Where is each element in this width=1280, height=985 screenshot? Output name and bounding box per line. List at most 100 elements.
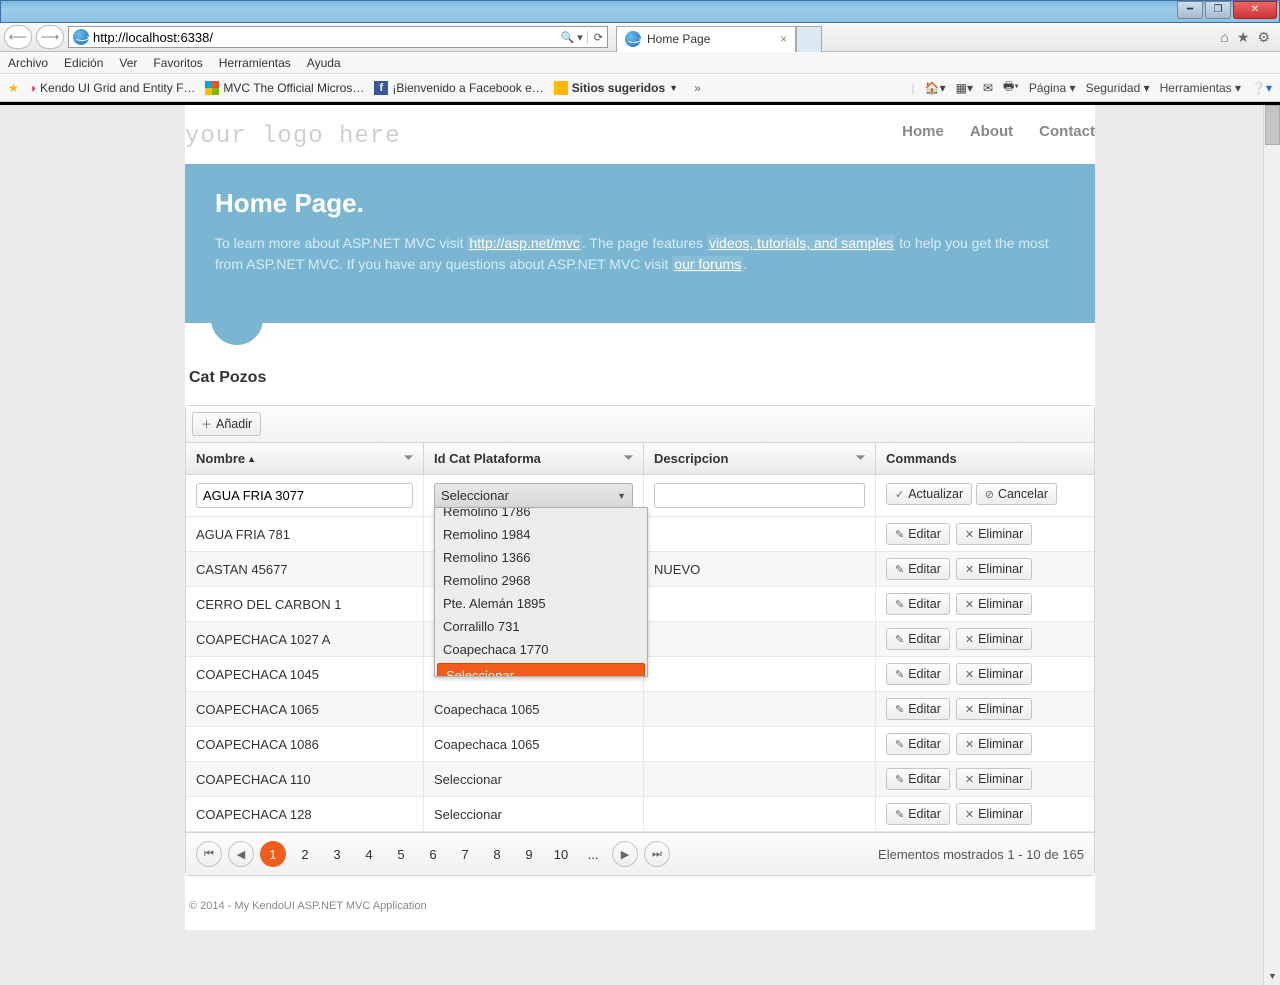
column-header-nombre[interactable]: Nombre ▲ ⏷ — [186, 443, 424, 474]
filter-icon[interactable]: ⏷ — [404, 452, 413, 465]
scroll-thumb[interactable] — [1265, 105, 1280, 145]
page-scrollbar[interactable]: ▲ ▼ — [1263, 105, 1280, 985]
x-icon: ✕ — [965, 773, 974, 786]
address-bar[interactable]: 🔍 ▾ ⟳ — [68, 26, 608, 48]
menu-ayuda[interactable]: Ayuda — [307, 56, 341, 70]
pager-page-button[interactable]: ... — [580, 841, 606, 867]
column-header-plataforma[interactable]: Id Cat Plataforma ⏷ — [424, 443, 644, 474]
dropdown-option-selected[interactable]: Seleccionar — [437, 663, 645, 676]
delete-button[interactable]: ✕Eliminar — [956, 628, 1032, 650]
cell-nombre: AGUA FRIA 781 — [186, 517, 424, 551]
dropdown-option[interactable]: Remolino 2968 — [435, 569, 647, 592]
cb-seguridad[interactable]: Seguridad ▾ — [1086, 81, 1150, 95]
delete-button[interactable]: ✕Eliminar — [956, 768, 1032, 790]
dropdown-option[interactable]: Remolino 1984 — [435, 523, 647, 546]
dropdown-option[interactable]: Remolino 1366 — [435, 546, 647, 569]
window-close-button[interactable]: ✕ — [1233, 1, 1277, 19]
window-maximize-button[interactable]: ❐ — [1205, 1, 1231, 19]
edit-button[interactable]: ✎Editar — [886, 733, 950, 755]
edit-button[interactable]: ✎Editar — [886, 628, 950, 650]
edit-button[interactable]: ✎Editar — [886, 698, 950, 720]
pager-next-button[interactable]: ▶ — [612, 841, 638, 867]
pager-page-button[interactable]: 9 — [516, 841, 542, 867]
link-videos-tutorials[interactable]: videos, tutorials, and samples — [707, 235, 895, 251]
forward-button[interactable]: ⟶ — [36, 25, 64, 49]
fav-sitios-sugeridos[interactable]: Sitios sugeridos ▼ — [554, 81, 678, 95]
pager-page-button[interactable]: 4 — [356, 841, 382, 867]
delete-button[interactable]: ✕Eliminar — [956, 803, 1032, 825]
delete-button[interactable]: ✕Eliminar — [956, 558, 1032, 580]
cancel-button[interactable]: ⊘Cancelar — [976, 483, 1057, 505]
link-aspnet-mvc[interactable]: http://asp.net/mvc — [467, 235, 582, 251]
edit-button[interactable]: ✎Editar — [886, 593, 950, 615]
dropdown-scroll[interactable]: Remolino 1786 Remolino 1984 Remolino 136… — [435, 508, 647, 676]
add-button[interactable]: ＋ Añadir — [192, 412, 261, 436]
pager-page-button[interactable]: 2 — [292, 841, 318, 867]
cb-pagina[interactable]: Página ▾ — [1029, 81, 1076, 95]
new-tab-button[interactable] — [796, 26, 822, 52]
menu-edicion[interactable]: Edición — [64, 56, 103, 70]
nav-contact[interactable]: Contact — [1039, 123, 1095, 150]
pager-page-button[interactable]: 7 — [452, 841, 478, 867]
menu-herramientas[interactable]: Herramientas — [219, 56, 291, 70]
pager-first-button[interactable]: ⏮ — [196, 841, 222, 867]
edit-button[interactable]: ✎Editar — [886, 803, 950, 825]
filter-icon[interactable]: ⏷ — [856, 452, 865, 465]
pager-page-button[interactable]: 5 — [388, 841, 414, 867]
browser-tab-active[interactable]: Home Page × — [616, 26, 796, 52]
cb-rss-icon[interactable]: ▦▾ — [956, 81, 973, 95]
dropdown-option[interactable]: Pte. Alemán 1895 — [435, 592, 647, 615]
cb-home-icon[interactable]: 🏠▾ — [925, 81, 946, 95]
edit-button[interactable]: ✎Editar — [886, 768, 950, 790]
tab-close-button[interactable]: × — [780, 32, 787, 46]
tools-icon[interactable]: ⚙ — [1257, 29, 1270, 46]
refresh-button[interactable]: ⟳ — [587, 31, 603, 44]
fav-facebook[interactable]: f ¡Bienvenido a Facebook e… — [374, 81, 543, 95]
link-our-forums[interactable]: our forums — [672, 256, 743, 272]
search-controls: 🔍 ▾ — [561, 31, 583, 44]
home-icon[interactable]: ⌂ — [1220, 29, 1228, 46]
scroll-down-icon[interactable]: ▼ — [1264, 968, 1280, 985]
url-input[interactable] — [93, 30, 557, 45]
delete-button[interactable]: ✕Eliminar — [956, 698, 1032, 720]
pager-last-button[interactable]: ⏭ — [644, 841, 670, 867]
delete-button[interactable]: ✕Eliminar — [956, 733, 1032, 755]
pager-page-button[interactable]: 6 — [420, 841, 446, 867]
delete-button[interactable]: ✕Eliminar — [956, 523, 1032, 545]
cb-herramientas[interactable]: Herramientas ▾ — [1160, 81, 1241, 95]
edit-button[interactable]: ✎Editar — [886, 663, 950, 685]
cb-help-icon[interactable]: ❔▾ — [1251, 81, 1272, 95]
filter-icon[interactable]: ⏷ — [624, 452, 633, 465]
pager-page-button[interactable]: 8 — [484, 841, 510, 867]
edit-button[interactable]: ✎Editar — [886, 523, 950, 545]
pager-page-button[interactable]: 10 — [548, 841, 574, 867]
pager-page-button[interactable]: 1 — [260, 841, 286, 867]
dropdown-option[interactable]: Corralillo 731 — [435, 615, 647, 638]
dropdown-option[interactable]: Coapechaca 1770 — [435, 638, 647, 661]
fav-mvc[interactable]: MVC The Official Micros… — [205, 81, 364, 95]
add-favorite-icon[interactable]: ★ — [8, 81, 19, 95]
favorites-overflow[interactable]: » — [694, 81, 701, 95]
edit-descripcion-input[interactable] — [654, 483, 865, 508]
dropdown-option[interactable]: Remolino 1786 — [435, 508, 647, 523]
plataforma-dropdown[interactable]: Seleccionar ▼ Remolino 1786 Remolino 198… — [434, 483, 633, 508]
window-minimize-button[interactable]: ━ — [1177, 1, 1203, 19]
menu-favoritos[interactable]: Favoritos — [153, 56, 202, 70]
delete-button[interactable]: ✕Eliminar — [956, 593, 1032, 615]
menu-archivo[interactable]: Archivo — [8, 56, 48, 70]
cb-print-icon[interactable]: 🖶▾ — [1003, 77, 1019, 98]
nav-home[interactable]: Home — [902, 123, 944, 150]
nav-about[interactable]: About — [970, 123, 1013, 150]
update-button[interactable]: ✓Actualizar — [886, 483, 972, 505]
favorites-icon[interactable]: ★ — [1237, 29, 1250, 46]
edit-button[interactable]: ✎Editar — [886, 558, 950, 580]
cb-mail-icon[interactable]: ✉ — [983, 81, 993, 95]
fav-kendo[interactable]: ◑ Kendo UI Grid and Entity F… — [29, 81, 196, 95]
menu-ver[interactable]: Ver — [119, 56, 137, 70]
pager-prev-button[interactable]: ◀ — [228, 841, 254, 867]
back-button[interactable]: ⟵ — [4, 25, 32, 49]
delete-button[interactable]: ✕Eliminar — [956, 663, 1032, 685]
column-header-descripcion[interactable]: Descripcion ⏷ — [644, 443, 876, 474]
pager-page-button[interactable]: 3 — [324, 841, 350, 867]
edit-nombre-input[interactable] — [196, 483, 413, 508]
